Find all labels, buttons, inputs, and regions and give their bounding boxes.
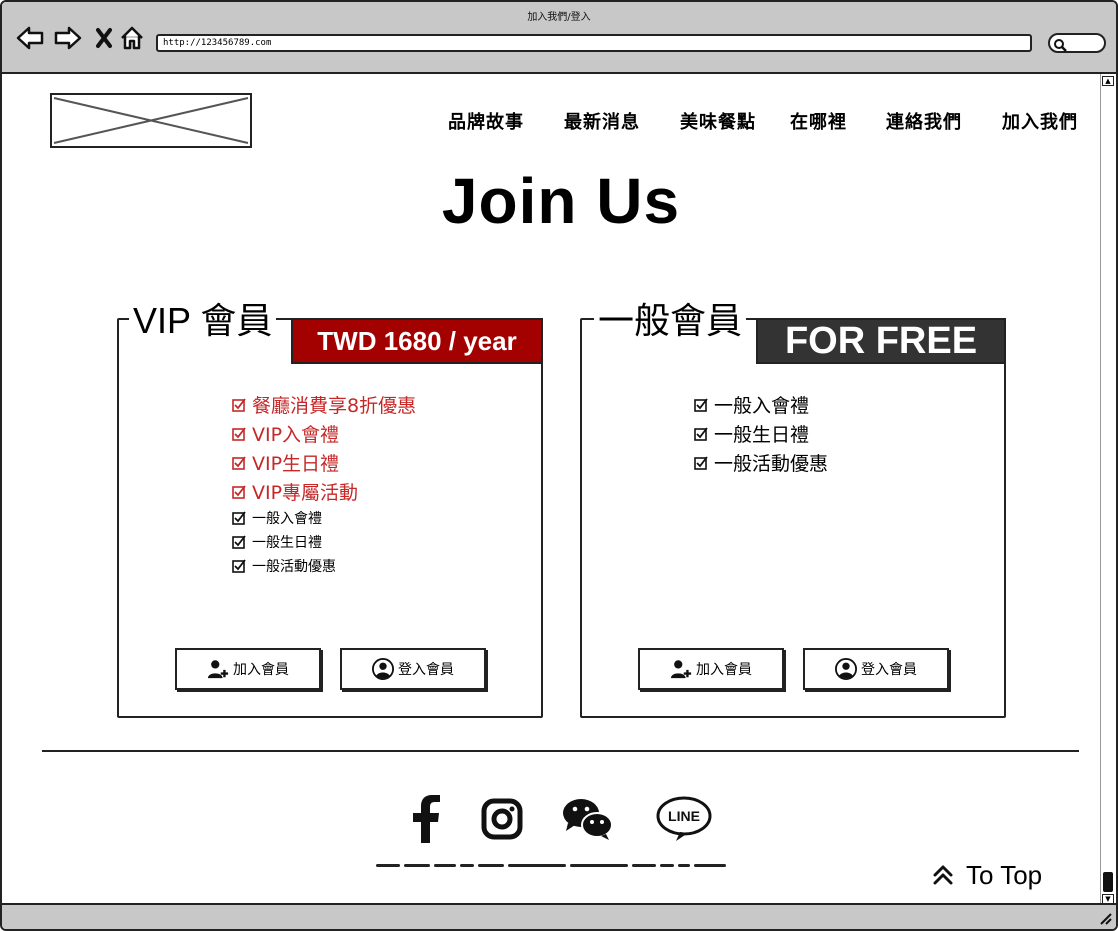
- checkbox-checked-icon: [232, 455, 246, 470]
- footer-fineprint: [376, 862, 726, 870]
- add-user-icon: [670, 660, 692, 679]
- login-button-label: 登入會員: [398, 662, 454, 678]
- vip-join-button[interactable]: 加入會員: [175, 648, 321, 690]
- social-links: LINE: [398, 794, 728, 844]
- to-top-label: To Top: [966, 859, 1043, 890]
- benefit-item: VIP專屬活動: [232, 477, 416, 506]
- checkbox-checked-icon: [694, 455, 708, 470]
- wechat-icon[interactable]: [560, 794, 616, 844]
- checkbox-checked-icon: [232, 484, 246, 499]
- url-bar[interactable]: http://123456789.com: [156, 34, 1032, 52]
- checkbox-checked-icon: [232, 559, 246, 573]
- home-icon[interactable]: [118, 24, 146, 52]
- forward-icon[interactable]: [54, 24, 82, 52]
- benefit-label: VIP生日禮: [252, 453, 340, 475]
- benefit-item: 一般入會禮: [694, 390, 828, 419]
- nav-item-brand-story[interactable]: 品牌故事: [448, 108, 524, 134]
- to-top-link[interactable]: To Top: [932, 858, 1042, 892]
- page-title: Join Us: [441, 165, 681, 237]
- checkbox-checked-icon: [232, 511, 246, 525]
- vip-price-badge: TWD 1680 / year: [291, 318, 543, 364]
- resize-grip-icon[interactable]: [1098, 911, 1112, 925]
- checkbox-checked-icon: [232, 426, 246, 441]
- nav-item-join[interactable]: 加入我們: [1002, 108, 1078, 134]
- free-benefits-list: 一般入會禮 一般生日禮 一般活動優惠: [694, 390, 828, 477]
- facebook-icon[interactable]: [398, 794, 454, 844]
- free-join-button[interactable]: 加入會員: [638, 648, 784, 690]
- benefit-label: 一般入會禮: [714, 395, 810, 417]
- line-icon-label: LINE: [668, 808, 700, 824]
- browser-statusbar: [2, 903, 1116, 929]
- user-circle-icon: [372, 658, 394, 680]
- benefit-label: 一般入會禮: [252, 511, 322, 527]
- footer-divider: [42, 750, 1079, 752]
- free-membership-card: 一般會員 FOR FREE 一般入會禮 一般生日禮 一般活動優惠 加入會員 登入…: [580, 292, 1006, 718]
- vip-benefits-list: 餐廳消費享8折優惠 VIP入會禮 VIP生日禮 VIP專屬活動 一般入會禮 一般…: [232, 390, 416, 578]
- benefit-item: 一般活動優惠: [694, 448, 828, 477]
- add-user-icon: [207, 660, 229, 679]
- search-icon: [1053, 37, 1067, 56]
- benefit-item: 一般入會禮: [232, 506, 416, 530]
- benefit-label: VIP入會禮: [252, 424, 340, 446]
- user-circle-icon: [835, 658, 857, 680]
- checkbox-checked-icon: [232, 397, 246, 412]
- benefit-item: 一般生日禮: [694, 419, 828, 448]
- checkbox-checked-icon: [694, 426, 708, 441]
- benefit-label: 一般活動優惠: [252, 559, 336, 575]
- browser-window: 加入我們/登入 http://123456789.com ▲ ▼ 品牌故事 最新…: [0, 0, 1118, 931]
- nav-item-menu[interactable]: 美味餐點: [680, 108, 756, 134]
- benefit-item: 一般活動優惠: [232, 554, 416, 578]
- benefit-item: 一般生日禮: [232, 530, 416, 554]
- free-card-heading: 一般會員: [594, 292, 747, 344]
- vip-membership-card: VIP 會員 TWD 1680 / year 餐廳消費享8折優惠 VIP入會禮 …: [117, 292, 543, 718]
- logo-placeholder[interactable]: [50, 93, 252, 148]
- benefit-label: 餐廳消費享8折優惠: [252, 395, 417, 417]
- line-icon[interactable]: LINE: [656, 794, 712, 844]
- benefit-label: 一般生日禮: [252, 535, 322, 551]
- free-price-badge: FOR FREE: [756, 318, 1006, 364]
- back-icon[interactable]: [16, 24, 44, 52]
- browser-search-field[interactable]: [1048, 33, 1106, 53]
- benefit-item: VIP生日禮: [232, 448, 416, 477]
- benefit-label: VIP專屬活動: [252, 482, 359, 504]
- join-button-label: 加入會員: [233, 662, 289, 678]
- benefit-label: 一般生日禮: [714, 424, 810, 446]
- login-button-label: 登入會員: [861, 662, 917, 678]
- benefit-item: 餐廳消費享8折優惠: [232, 390, 416, 419]
- free-login-button[interactable]: 登入會員: [803, 648, 949, 690]
- nav-item-contact[interactable]: 連絡我們: [886, 108, 962, 134]
- main-nav: 品牌故事 最新消息 美味餐點 在哪裡 連絡我們 加入我們: [448, 108, 1088, 134]
- browser-titlebar: 加入我們/登入 http://123456789.com: [2, 2, 1116, 74]
- checkbox-checked-icon: [232, 535, 246, 549]
- vip-card-heading: VIP 會員: [129, 292, 277, 344]
- nav-item-news[interactable]: 最新消息: [564, 108, 640, 134]
- checkbox-checked-icon: [694, 397, 708, 412]
- double-chevron-up-icon: [933, 865, 953, 885]
- window-title: 加入我們/登入: [527, 12, 591, 23]
- scrollbar-thumb[interactable]: [1103, 872, 1113, 892]
- nav-item-locations[interactable]: 在哪裡: [790, 108, 847, 134]
- vip-login-button[interactable]: 登入會員: [340, 648, 486, 690]
- instagram-icon[interactable]: [474, 794, 530, 844]
- scroll-up-arrow-icon[interactable]: ▲: [1102, 76, 1114, 86]
- stop-icon[interactable]: [90, 24, 118, 52]
- benefit-item: VIP入會禮: [232, 419, 416, 448]
- join-button-label: 加入會員: [696, 662, 752, 678]
- benefit-label: 一般活動優惠: [714, 453, 829, 475]
